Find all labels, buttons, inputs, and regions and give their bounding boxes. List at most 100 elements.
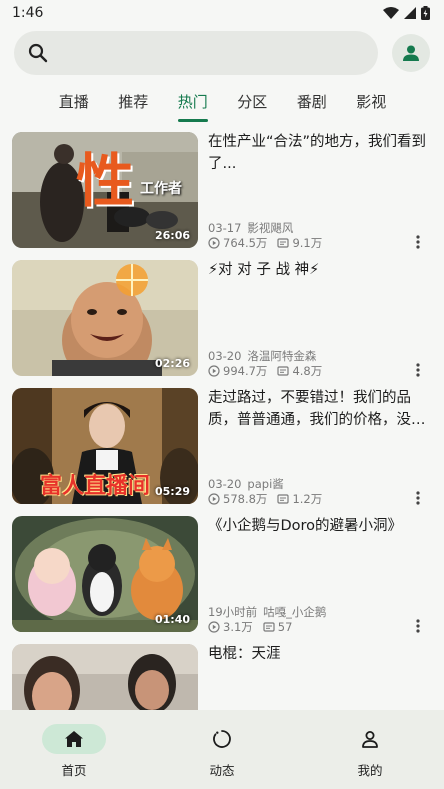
views-count: 578.8万 <box>223 492 268 506</box>
danmaku-stat: 9.1万 <box>277 236 322 250</box>
danmaku-icon <box>277 494 290 504</box>
danmaku-count: 57 <box>277 620 293 634</box>
video-date: 03-17 <box>208 221 242 235</box>
person-icon <box>403 45 419 61</box>
more-vertical-icon <box>416 619 420 633</box>
tab-recommend[interactable]: 推荐 <box>104 80 164 124</box>
more-vertical-icon <box>416 235 420 249</box>
video-date: 03-20 <box>208 477 242 491</box>
play-circle-icon <box>208 621 220 633</box>
video-title[interactable]: 走过路过，不要错过！我们的品质，普普通通，我们的价格，没… <box>208 386 430 431</box>
signal-icon <box>404 7 416 19</box>
views-count: 3.1万 <box>223 620 253 634</box>
nav-home[interactable]: 首页 <box>0 710 148 789</box>
more-vertical-icon <box>416 491 420 505</box>
video-thumbnail[interactable]: 富人直播间 05:29 <box>12 388 198 504</box>
video-card[interactable]: 电棍：天涯 <box>0 642 444 710</box>
video-stats: 3.1万 57 <box>208 620 302 634</box>
video-info: 电棍：天涯 <box>208 642 430 710</box>
tab-live[interactable]: 直播 <box>44 80 104 124</box>
views-stat: 764.5万 <box>208 236 267 250</box>
video-title[interactable]: ⚡对 对 子 战 神⚡ <box>208 258 430 281</box>
video-title[interactable]: 电棍：天涯 <box>208 642 430 665</box>
tab-hot[interactable]: 热门 <box>163 80 223 124</box>
danmaku-stat: 57 <box>263 620 293 634</box>
video-uploader[interactable]: 咕嘎_小企鹅 <box>263 605 326 619</box>
video-duration: 02:26 <box>154 357 190 370</box>
nav-home-indicator <box>42 724 106 754</box>
video-thumbnail[interactable]: 01:40 <box>12 516 198 632</box>
more-options-button[interactable] <box>410 234 426 250</box>
danmaku-icon <box>277 238 290 248</box>
views-stat: 3.1万 <box>208 620 253 634</box>
video-card[interactable]: 富人直播间 05:29 走过路过，不要错过！我们的品质，普普通通，我们的价格，没… <box>0 386 444 514</box>
views-stat: 994.7万 <box>208 364 267 378</box>
nav-me[interactable]: 我的 <box>296 710 444 789</box>
video-meta: 03-17 影视飓风 <box>208 220 293 236</box>
video-info: ⚡对 对 子 战 神⚡ 03-20 洛温阿特金森 994.7万 4.8万 <box>208 258 430 378</box>
views-stat: 578.8万 <box>208 492 267 506</box>
user-avatar-button[interactable] <box>392 34 430 72</box>
home-icon <box>65 731 83 747</box>
video-stats: 994.7万 4.8万 <box>208 364 332 378</box>
views-count: 764.5万 <box>223 236 268 250</box>
video-date: 19小时前 <box>208 605 258 619</box>
video-stats: 578.8万 1.2万 <box>208 492 332 506</box>
more-options-button[interactable] <box>410 618 426 634</box>
video-duration: 01:40 <box>154 613 190 626</box>
video-card[interactable]: 02:26 ⚡对 对 子 战 神⚡ 03-20 洛温阿特金森 994.7万 4.8… <box>0 258 444 386</box>
video-info: 走过路过，不要错过！我们的品质，普普通通，我们的价格，没… 03-20 papi酱… <box>208 386 430 506</box>
status-time: 1:46 <box>12 5 44 21</box>
video-duration: 26:06 <box>154 229 190 242</box>
nav-dynamic-indicator <box>190 724 254 754</box>
video-thumbnail[interactable]: 性 工作者 26:06 <box>12 132 198 248</box>
video-uploader[interactable]: 洛温阿特金森 <box>247 349 316 363</box>
danmaku-icon <box>263 622 275 632</box>
play-circle-icon <box>208 493 220 505</box>
danmaku-count: 1.2万 <box>292 492 323 506</box>
search-icon <box>28 43 48 63</box>
video-info: 《小企鹅与Doro的避暑小洞》 19小时前 咕嘎_小企鹅 3.1万 57 <box>208 514 430 634</box>
battery-icon <box>421 6 430 20</box>
tab-categories[interactable]: 分区 <box>223 80 283 124</box>
danmaku-stat: 1.2万 <box>277 492 322 506</box>
video-feed[interactable]: 性 工作者 26:06 在性产业“合法”的地方，我们看到了... 03-17 影视… <box>0 130 444 710</box>
video-uploader[interactable]: 影视飓风 <box>247 221 293 235</box>
thumb-overlay-title: 富人直播间 <box>40 474 151 499</box>
danmaku-count: 9.1万 <box>292 236 323 250</box>
nav-me-label: 我的 <box>357 763 383 778</box>
video-card[interactable]: 01:40 《小企鹅与Doro的避暑小洞》 19小时前 咕嘎_小企鹅 3.1万 5… <box>0 514 444 642</box>
bottom-navigation: 首页 动态 我的 <box>0 710 444 789</box>
danmaku-stat: 4.8万 <box>277 364 322 378</box>
wifi-icon <box>383 7 399 19</box>
video-meta: 03-20 papi酱 <box>208 476 284 492</box>
video-uploader[interactable]: papi酱 <box>247 477 283 491</box>
video-info: 在性产业“合法”的地方，我们看到了... 03-17 影视飓风 764.5万 9.… <box>208 130 430 250</box>
nav-dynamic[interactable]: 动态 <box>148 710 296 789</box>
video-thumbnail[interactable] <box>12 644 198 710</box>
more-vertical-icon <box>416 363 420 377</box>
video-meta: 03-20 洛温阿特金森 <box>208 348 316 364</box>
thumb-overlay-subtitle: 工作者 <box>140 181 182 197</box>
search-input[interactable] <box>56 44 378 62</box>
video-date: 03-20 <box>208 349 242 363</box>
tab-anime[interactable]: 番剧 <box>282 80 342 124</box>
video-stats: 764.5万 9.1万 <box>208 236 332 250</box>
nav-me-indicator <box>338 724 402 754</box>
search-bar[interactable] <box>14 31 378 75</box>
play-circle-icon <box>208 365 220 377</box>
video-duration: 05:29 <box>154 485 190 498</box>
more-options-button[interactable] <box>410 490 426 506</box>
nav-home-label: 首页 <box>61 763 87 778</box>
tab-movies[interactable]: 影视 <box>342 80 402 124</box>
video-thumbnail[interactable]: 02:26 <box>12 260 198 376</box>
video-card[interactable]: 性 工作者 26:06 在性产业“合法”的地方，我们看到了... 03-17 影视… <box>0 130 444 258</box>
refresh-circle-icon <box>213 730 231 748</box>
video-title[interactable]: 在性产业“合法”的地方，我们看到了... <box>208 130 430 175</box>
category-tabs: 直播 推荐 热门 分区 番剧 影视 <box>0 80 444 124</box>
thumb-overlay-title: 性 <box>76 147 135 215</box>
play-circle-icon <box>208 237 220 249</box>
video-title[interactable]: 《小企鹅与Doro的避暑小洞》 <box>208 514 430 537</box>
more-options-button[interactable] <box>410 362 426 378</box>
danmaku-count: 4.8万 <box>292 364 323 378</box>
